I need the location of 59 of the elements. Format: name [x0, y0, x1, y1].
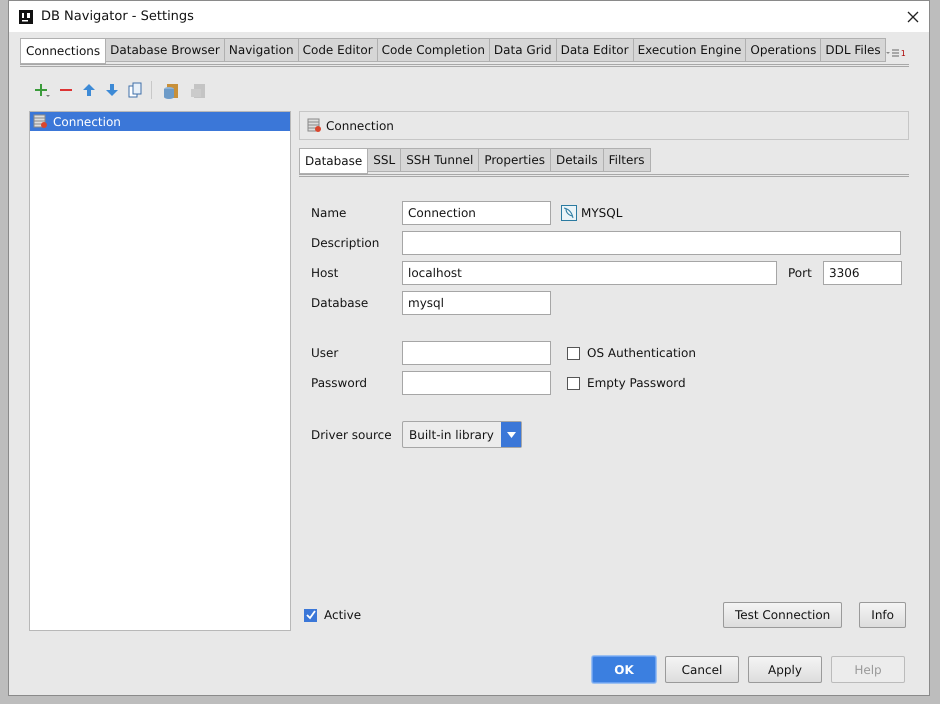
user-field[interactable]	[402, 341, 551, 365]
settings-tab[interactable]: Code Editor	[298, 38, 378, 62]
field-label: Name	[311, 206, 348, 220]
checkbox[interactable]	[304, 608, 317, 622]
settings-tab[interactable]: Operations	[746, 38, 822, 62]
settings-tab[interactable]: Data Grid	[490, 38, 557, 62]
database-type: MYSQL	[581, 206, 622, 220]
field-label: User	[311, 346, 340, 360]
driver-source-dropdown[interactable]: Built-in library	[402, 421, 522, 448]
settings-tab[interactable]: DDL Files	[821, 38, 886, 62]
database-icon	[307, 118, 322, 133]
checkbox-label: OS Authentication	[587, 346, 696, 360]
overflow-menu-icon[interactable]	[886, 49, 900, 57]
database-field[interactable]: mysql	[402, 291, 551, 315]
dialog-button[interactable]: OK	[592, 656, 656, 683]
settings-tab[interactable]: Data Editor	[556, 38, 634, 62]
field-label: Host	[311, 266, 340, 280]
move-up-icon[interactable]	[82, 82, 96, 98]
settings-tab[interactable]: Connections	[20, 38, 106, 64]
connection-item[interactable]: Connection	[30, 112, 290, 131]
checkbox[interactable]	[567, 376, 580, 390]
field-label: Port	[787, 266, 813, 280]
settings-tab[interactable]: Database Browser	[106, 38, 225, 62]
window-title: DB Navigator - Settings	[41, 9, 195, 24]
info-button[interactable]: Info	[859, 602, 906, 628]
app-logo-icon	[19, 10, 33, 24]
panel-title: Connection	[326, 118, 394, 132]
connection-name: Connection	[53, 114, 121, 128]
close-icon[interactable]	[907, 10, 919, 22]
field-label: Driver source	[311, 428, 393, 442]
port-field[interactable]: 3306	[823, 261, 902, 285]
dialog-button[interactable]: Apply	[748, 656, 822, 683]
add-icon[interactable]	[34, 82, 50, 98]
name-field[interactable]: Connection	[402, 201, 551, 225]
field-label: Password	[311, 376, 368, 390]
field-label: Database	[311, 296, 370, 310]
connection-tab[interactable]: Properties	[479, 148, 551, 172]
host-field[interactable]: localhost	[402, 261, 777, 285]
copy-icon[interactable]	[128, 82, 142, 98]
connection-tab[interactable]: Filters	[604, 148, 651, 172]
dialog-button[interactable]: Cancel	[665, 656, 739, 683]
settings-tab[interactable]: Code Completion	[378, 38, 490, 62]
connection-tab[interactable]: Details	[550, 148, 604, 172]
connection-tab[interactable]: Database	[299, 148, 368, 174]
connection-tab[interactable]: SSL	[368, 148, 402, 172]
checkbox[interactable]	[567, 346, 580, 360]
test-connection-button[interactable]: Test Connection	[722, 602, 842, 628]
field-label: Description	[311, 236, 380, 250]
database-icon	[33, 114, 48, 129]
settings-tab[interactable]: Navigation	[224, 38, 299, 62]
move-down-icon[interactable]	[105, 82, 119, 98]
checkbox-label: Active	[324, 608, 362, 622]
settings-tab[interactable]: Execution Engine	[634, 38, 746, 62]
caret-icon	[506, 432, 516, 438]
password-field[interactable]	[402, 371, 551, 395]
connection-tab[interactable]: SSH Tunnel	[401, 148, 480, 172]
hidden-tab-count: 1	[900, 48, 906, 58]
checkbox-label: Empty Password	[587, 376, 686, 390]
description-field[interactable]	[402, 231, 901, 255]
